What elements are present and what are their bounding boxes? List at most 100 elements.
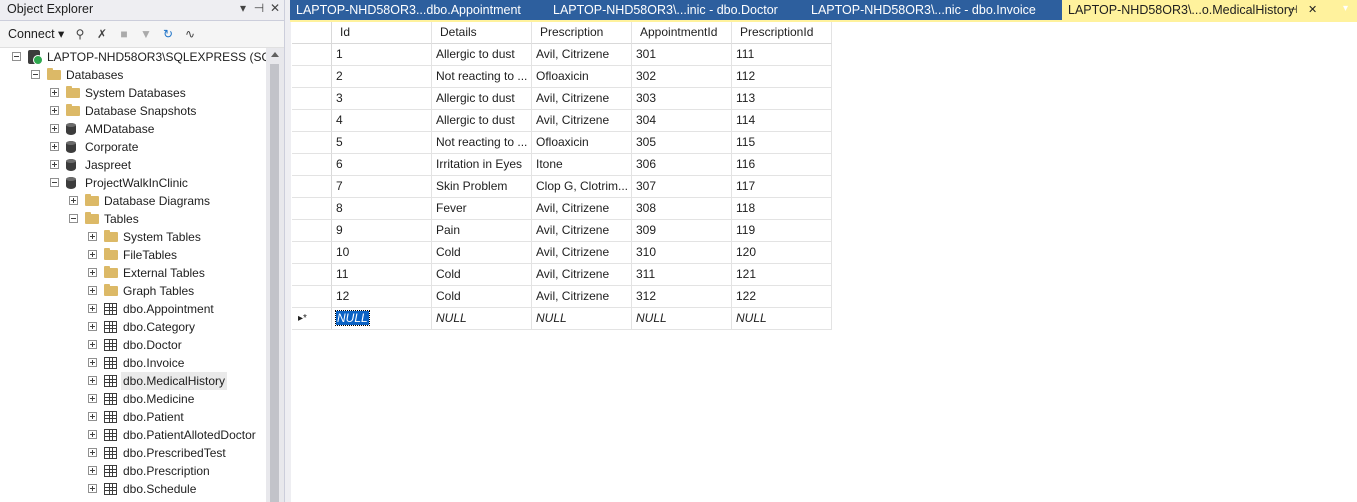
expand-plus-icon[interactable] (50, 142, 59, 151)
tree-node-system-databases[interactable]: System Databases (0, 84, 266, 102)
new-row-null-cell[interactable]: NULL (532, 308, 632, 330)
activity-monitor-icon[interactable]: ∿ (182, 25, 198, 43)
document-tab[interactable]: LAPTOP-NHD58OR3\...o.MedicalHistory ⊣ ✕ (1062, 0, 1357, 20)
tree-node-jaspreet[interactable]: Jaspreet (0, 156, 266, 174)
expand-plus-icon[interactable] (88, 232, 97, 241)
grid-cell[interactable]: Avil, Citrizene (532, 242, 632, 264)
column-header[interactable]: AppointmentId (632, 22, 732, 44)
grid-cell[interactable]: 2 (332, 66, 432, 88)
grid-cell[interactable]: 111 (732, 44, 832, 66)
row-header[interactable] (292, 132, 332, 154)
pin-icon[interactable]: ⊣ (252, 1, 266, 15)
row-header[interactable] (292, 220, 332, 242)
panel-splitter[interactable] (284, 0, 291, 502)
grid-cell[interactable]: 117 (732, 176, 832, 198)
column-header[interactable]: Prescription (532, 22, 632, 44)
grid-cell[interactable]: Avil, Citrizene (532, 88, 632, 110)
expand-plus-icon[interactable] (88, 358, 97, 367)
grid-cell[interactable]: 112 (732, 66, 832, 88)
grid-cell[interactable]: Not reacting to ... (432, 132, 532, 154)
tab-close-icon[interactable]: ✕ (1308, 0, 1317, 20)
grid-cell[interactable]: Skin Problem (432, 176, 532, 198)
object-explorer-scrollbar[interactable] (266, 48, 284, 502)
column-header[interactable]: Details (432, 22, 532, 44)
grid-cell[interactable]: 310 (632, 242, 732, 264)
expand-plus-icon[interactable] (88, 484, 97, 493)
expand-plus-icon[interactable] (50, 88, 59, 97)
grid-cell[interactable]: 308 (632, 198, 732, 220)
grid-cell[interactable]: 116 (732, 154, 832, 176)
tree-node-system-tables[interactable]: System Tables (0, 228, 266, 246)
dropdown-arrow-icon[interactable]: ▾ (236, 1, 250, 15)
column-header[interactable]: PrescriptionId (732, 22, 832, 44)
grid-cell[interactable]: Irritation in Eyes (432, 154, 532, 176)
grid-cell[interactable]: 305 (632, 132, 732, 154)
grid-cell[interactable]: 122 (732, 286, 832, 308)
grid-cell[interactable]: Clop G, Clotrim... (532, 176, 632, 198)
grid-cell[interactable]: Avil, Citrizene (532, 110, 632, 132)
grid-cell[interactable]: Fever (432, 198, 532, 220)
connect-button[interactable]: Connect ▾ (4, 25, 68, 43)
collapse-minus-icon[interactable] (50, 178, 59, 187)
row-header[interactable] (292, 44, 332, 66)
grid-cell[interactable]: Avil, Citrizene (532, 286, 632, 308)
tree-node-tables[interactable]: Tables (0, 210, 266, 228)
tree-node-laptop-nhd58or3-sqlexpress-sql-s[interactable]: LAPTOP-NHD58OR3\SQLEXPRESS (SQL S (0, 48, 266, 66)
grid-cell[interactable]: Avil, Citrizene (532, 44, 632, 66)
expand-plus-icon[interactable] (88, 268, 97, 277)
collapse-minus-icon[interactable] (31, 70, 40, 79)
tree-node-dbo-category[interactable]: dbo.Category (0, 318, 266, 336)
row-header[interactable] (292, 110, 332, 132)
expand-plus-icon[interactable] (50, 124, 59, 133)
document-tab[interactable]: LAPTOP-NHD58OR3\...nic - dbo.Invoice (805, 0, 1055, 20)
grid-cell[interactable]: 11 (332, 264, 432, 286)
tree-node-database-diagrams[interactable]: Database Diagrams (0, 192, 266, 210)
row-header[interactable] (292, 286, 332, 308)
expand-plus-icon[interactable] (88, 340, 97, 349)
grid-cell[interactable]: 7 (332, 176, 432, 198)
refresh-icon[interactable]: ↻ (160, 25, 176, 43)
expand-plus-icon[interactable] (88, 466, 97, 475)
new-row-header[interactable]: ▸* (292, 308, 332, 330)
grid-cell[interactable]: 120 (732, 242, 832, 264)
grid-cell[interactable]: 309 (632, 220, 732, 242)
tree-node-dbo-patient[interactable]: dbo.Patient (0, 408, 266, 426)
grid-cell[interactable]: 307 (632, 176, 732, 198)
tree-node-dbo-appointment[interactable]: dbo.Appointment (0, 300, 266, 318)
document-tab[interactable]: LAPTOP-NHD58OR3...dbo.Appointment (290, 0, 540, 20)
column-header[interactable]: Id (332, 22, 432, 44)
expand-plus-icon[interactable] (88, 376, 97, 385)
tree-node-corporate[interactable]: Corporate (0, 138, 266, 156)
new-row-null-cell[interactable]: NULL (432, 308, 532, 330)
grid-cell[interactable]: 6 (332, 154, 432, 176)
expand-plus-icon[interactable] (88, 322, 97, 331)
grid-cell[interactable]: 1 (332, 44, 432, 66)
grid-cell[interactable]: Not reacting to ... (432, 66, 532, 88)
expand-plus-icon[interactable] (69, 196, 78, 205)
grid-cell[interactable]: Avil, Citrizene (532, 220, 632, 242)
tree-node-amdatabase[interactable]: AMDatabase (0, 120, 266, 138)
grid-cell[interactable]: 119 (732, 220, 832, 242)
tree-node-filetables[interactable]: FileTables (0, 246, 266, 264)
grid-cell[interactable]: 12 (332, 286, 432, 308)
grid-cell[interactable]: Cold (432, 264, 532, 286)
row-header[interactable] (292, 242, 332, 264)
grid-cell[interactable]: Allergic to dust (432, 44, 532, 66)
expand-plus-icon[interactable] (88, 412, 97, 421)
tree-node-dbo-schedule[interactable]: dbo.Schedule (0, 480, 266, 498)
scroll-up-arrow-icon[interactable] (271, 52, 279, 57)
close-icon[interactable]: ✕ (268, 1, 282, 15)
new-row-null-cell[interactable]: NULL (732, 308, 832, 330)
expand-plus-icon[interactable] (88, 394, 97, 403)
grid-cell[interactable]: Allergic to dust (432, 88, 532, 110)
grid-cell[interactable]: Avil, Citrizene (532, 264, 632, 286)
row-header[interactable] (292, 176, 332, 198)
grid-cell[interactable]: 311 (632, 264, 732, 286)
row-header[interactable] (292, 154, 332, 176)
grid-cell[interactable]: 303 (632, 88, 732, 110)
grid-cell[interactable]: 312 (632, 286, 732, 308)
grid-cell[interactable]: 304 (632, 110, 732, 132)
grid-cell[interactable]: 306 (632, 154, 732, 176)
disconnect-icon[interactable]: ✗ (94, 25, 110, 43)
grid-cell[interactable]: 121 (732, 264, 832, 286)
